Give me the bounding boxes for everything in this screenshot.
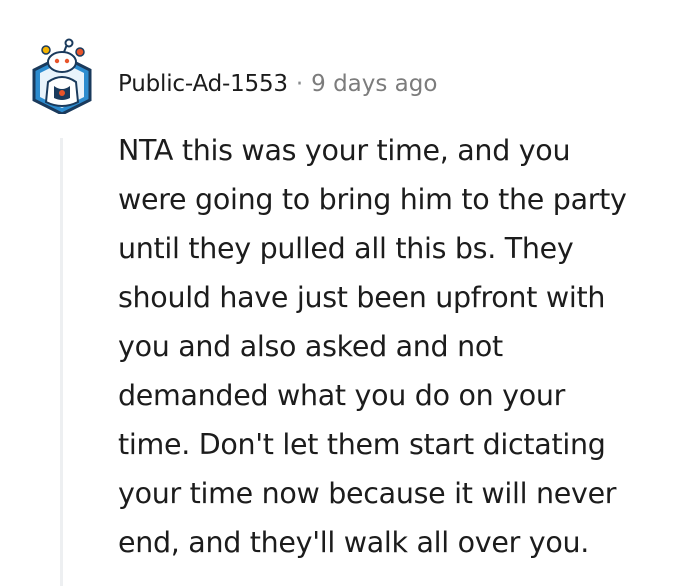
author-username[interactable]: Public-Ad-1553 bbox=[118, 71, 288, 97]
comment-header: Public-Ad-1553 · 9 days ago bbox=[118, 64, 437, 104]
avatar[interactable] bbox=[28, 38, 96, 116]
comment-body-line: end, and they'll walk all over you. bbox=[118, 526, 590, 559]
comment-body-line: were going to bring him to the party bbox=[118, 183, 627, 216]
comment-body-line: time. Don't let them start dictating bbox=[118, 428, 606, 461]
comment-body: NTA this was your time, and you were goi… bbox=[118, 126, 698, 567]
snoo-avatar-icon bbox=[32, 38, 92, 116]
comment-timestamp[interactable]: 9 days ago bbox=[311, 71, 437, 97]
comment-body-line: should have just been upfront with bbox=[118, 281, 606, 314]
thread-line[interactable] bbox=[60, 138, 63, 586]
comment-body-line: demanded what you do on your bbox=[118, 379, 566, 412]
comment-body-line: until they pulled all this bs. They bbox=[118, 232, 574, 265]
meta-separator: · bbox=[295, 71, 304, 97]
comment-body-line: you and also asked and not bbox=[118, 330, 503, 363]
comment: Public-Ad-1553 · 9 days ago NTA this was… bbox=[0, 0, 700, 586]
comment-body-line: your time now because it will never bbox=[118, 477, 617, 510]
comment-body-line: NTA this was your time, and you bbox=[118, 134, 571, 167]
